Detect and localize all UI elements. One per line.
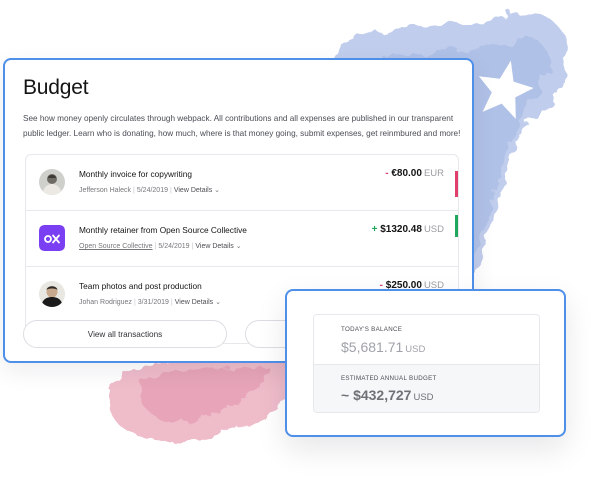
annual-budget-section: ESTIMATED ANNUAL BUDGET ~ $432,727 USD — [314, 365, 539, 412]
annual-budget-value: ~ $432,727 USD — [341, 387, 434, 403]
transaction-meta: Jefferson Haleck | 5/24/2019 | View Details … — [79, 187, 221, 194]
open-source-collective-logo — [39, 225, 65, 251]
todays-balance-section: TODAY'S BALANCE $5,681.71 USD — [314, 315, 539, 365]
transaction-amount: - €80.00 EUR — [385, 168, 444, 179]
annual-budget-amount: ~ $432,727 — [341, 387, 412, 403]
view-details-link[interactable]: View Details — [195, 243, 233, 250]
transaction-row[interactable]: Monthly retainer from Open Source Collec… — [26, 211, 458, 267]
transaction-meta: Johan Rodriguez | 3/31/2019 | View Details ⌄ — [79, 299, 221, 306]
todays-balance-label: TODAY'S BALANCE — [341, 326, 403, 333]
transaction-person[interactable]: Johan Rodriguez — [79, 299, 132, 306]
todays-balance-currency: USD — [405, 344, 426, 355]
transaction-amount: + $1320.48 USD — [372, 224, 444, 235]
amount-currency: USD — [423, 224, 444, 235]
view-details-link[interactable]: View Details — [175, 299, 213, 306]
chevron-down-icon[interactable]: ⌄ — [236, 243, 242, 250]
expense-indicator-bar — [455, 171, 458, 197]
amount-currency: EUR — [423, 168, 444, 179]
person-photo-avatar — [39, 169, 65, 195]
chevron-down-icon[interactable]: ⌄ — [215, 299, 221, 306]
balance-card: TODAY'S BALANCE $5,681.71 USD ESTIMATED A… — [285, 289, 566, 437]
balance-panel: TODAY'S BALANCE $5,681.71 USD ESTIMATED A… — [313, 314, 540, 413]
view-details-link[interactable]: View Details — [174, 187, 212, 194]
amount-value: $1320.48 — [380, 224, 422, 235]
transaction-title: Team photos and post production — [79, 281, 202, 291]
budget-title: Budget — [23, 76, 89, 99]
transaction-person[interactable]: Open Source Collective — [79, 243, 153, 250]
annual-budget-currency: USD — [413, 392, 434, 403]
transaction-meta: Open Source Collective | 5/24/2019 | View De… — [79, 243, 242, 250]
budget-description: See how money openly circulates through … — [23, 114, 461, 138]
amount-sign: - — [385, 168, 389, 179]
transaction-date: 5/24/2019 — [158, 243, 190, 250]
transaction-title: Monthly invoice for copywriting — [79, 169, 192, 179]
view-all-transactions-button[interactable]: View all transactions — [23, 320, 227, 348]
chevron-down-icon[interactable]: ⌄ — [214, 187, 220, 194]
todays-balance-value: $5,681.71 USD — [341, 339, 425, 355]
transaction-date: 3/31/2019 — [137, 299, 169, 306]
amount-value: €80.00 — [391, 168, 422, 179]
transaction-person[interactable]: Jefferson Haleck — [79, 187, 131, 194]
transaction-date: 5/24/2019 — [136, 187, 168, 194]
annual-budget-label: ESTIMATED ANNUAL BUDGET — [341, 375, 437, 382]
transaction-row[interactable]: Monthly invoice for copywriting Jefferso… — [26, 155, 458, 211]
transaction-title: Monthly retainer from Open Source Collec… — [79, 225, 247, 235]
amount-sign: + — [371, 224, 378, 235]
todays-balance-amount: $5,681.71 — [341, 339, 404, 355]
income-indicator-bar — [455, 215, 458, 237]
person-photo-avatar — [39, 281, 65, 307]
